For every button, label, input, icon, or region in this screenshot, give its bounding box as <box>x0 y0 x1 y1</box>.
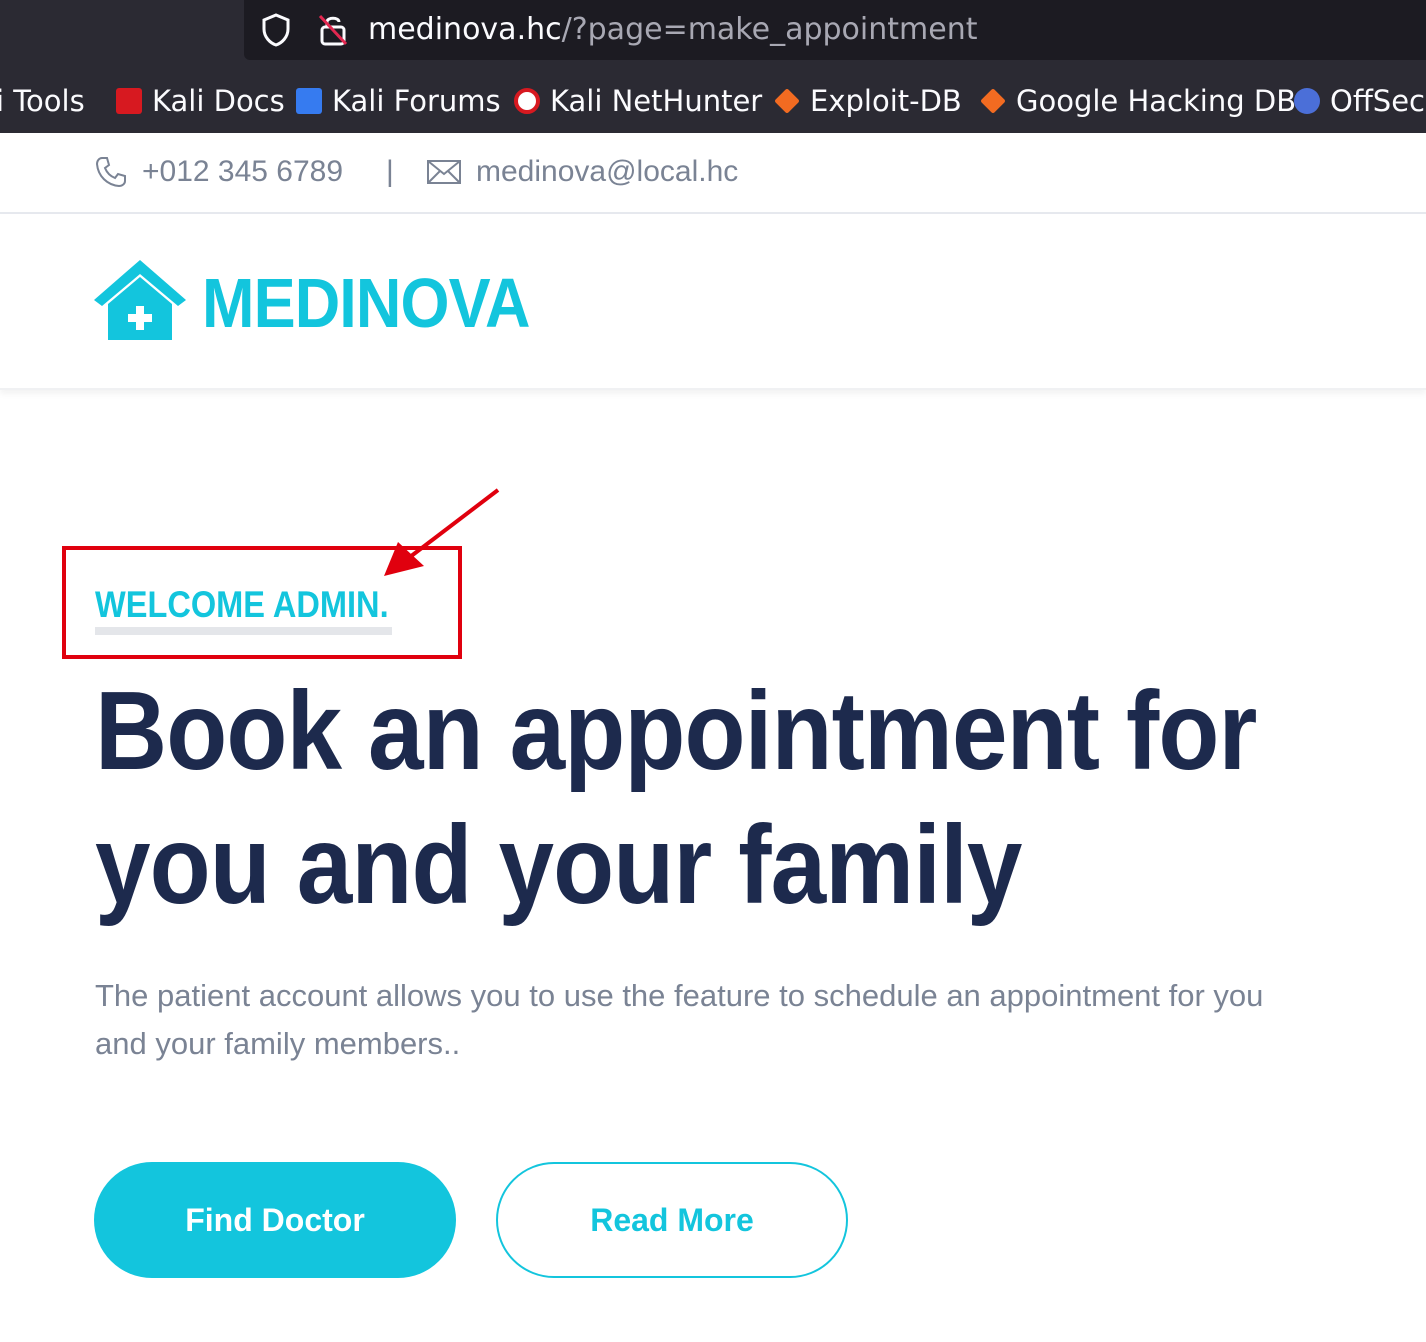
phone-icon <box>95 157 126 188</box>
bookmark-label: i Tools <box>0 84 85 118</box>
bookmark-ghdb[interactable]: Google Hacking DB <box>980 76 1296 126</box>
annotation-arrow-icon <box>384 488 500 576</box>
bookmark-kali-nethunter[interactable]: Kali NetHunter <box>514 76 762 126</box>
kali-nethunter-icon <box>514 88 540 114</box>
url-path: /?page=make_appointment <box>561 12 978 47</box>
hero-headline: Book an appointment for you and your fam… <box>95 664 1265 932</box>
bookmark-label: Google Hacking DB <box>1016 84 1297 118</box>
read-more-button[interactable]: Read More <box>496 1162 848 1278</box>
hero-description-line-1: The patient account allows you to use th… <box>95 978 1264 1013</box>
insecure-lock-icon[interactable] <box>316 12 350 48</box>
browser-chrome: medinova.hc/?page=make_appointment i Too… <box>0 0 1426 133</box>
bookmark-kali-docs[interactable]: Kali Docs <box>116 76 285 126</box>
bookmark-label: OffSec <box>1330 84 1426 118</box>
phone-number: +012 345 6789 <box>142 155 344 188</box>
kali-docs-icon <box>116 88 142 114</box>
hero-description-line-2: and your family members.. <box>95 1026 461 1061</box>
bookmark-exploit-db[interactable]: Exploit-DB <box>774 76 962 126</box>
bookmark-kali-tools[interactable]: i Tools <box>0 76 85 126</box>
find-doctor-button[interactable]: Find Doctor <box>94 1162 456 1278</box>
brand-logo-text[interactable]: MEDINOVA <box>202 258 531 348</box>
url-host: medinova.hc <box>368 12 562 47</box>
contact-topbar: +012 345 6789 | medinova@local.hc <box>0 133 1426 214</box>
bookmark-offsec[interactable]: OffSec <box>1294 76 1425 126</box>
email-contact[interactable]: medinova@local.hc <box>426 155 738 189</box>
offsec-icon <box>1294 88 1320 114</box>
bookmark-label: Kali Docs <box>152 84 285 118</box>
url-text[interactable]: medinova.hc/?page=make_appointment <box>368 10 977 50</box>
hero-headline-line-1: Book an appointment for <box>95 669 1257 793</box>
hero-headline-line-2: you and your family <box>95 803 1022 927</box>
exploit-db-icon <box>774 88 800 114</box>
bookmark-kali-forums[interactable]: Kali Forums <box>296 76 501 126</box>
shield-icon[interactable] <box>260 12 292 48</box>
kali-forums-icon <box>296 88 322 114</box>
phone-contact[interactable]: +012 345 6789 <box>94 155 343 189</box>
email-address: medinova@local.hc <box>476 155 739 188</box>
hero-description: The patient account allows you to use th… <box>95 972 1325 1068</box>
bookmarks-toolbar: i Tools Kali Docs Kali Forums Kali NetHu… <box>0 76 1426 126</box>
hospital-house-icon[interactable] <box>94 258 186 342</box>
bookmark-label: Kali Forums <box>332 84 501 118</box>
bookmark-label: Kali NetHunter <box>550 84 763 118</box>
ghdb-icon <box>980 88 1006 114</box>
envelope-icon <box>427 160 461 184</box>
bookmark-label: Exploit-DB <box>810 84 962 118</box>
topbar-separator: | <box>386 155 394 188</box>
